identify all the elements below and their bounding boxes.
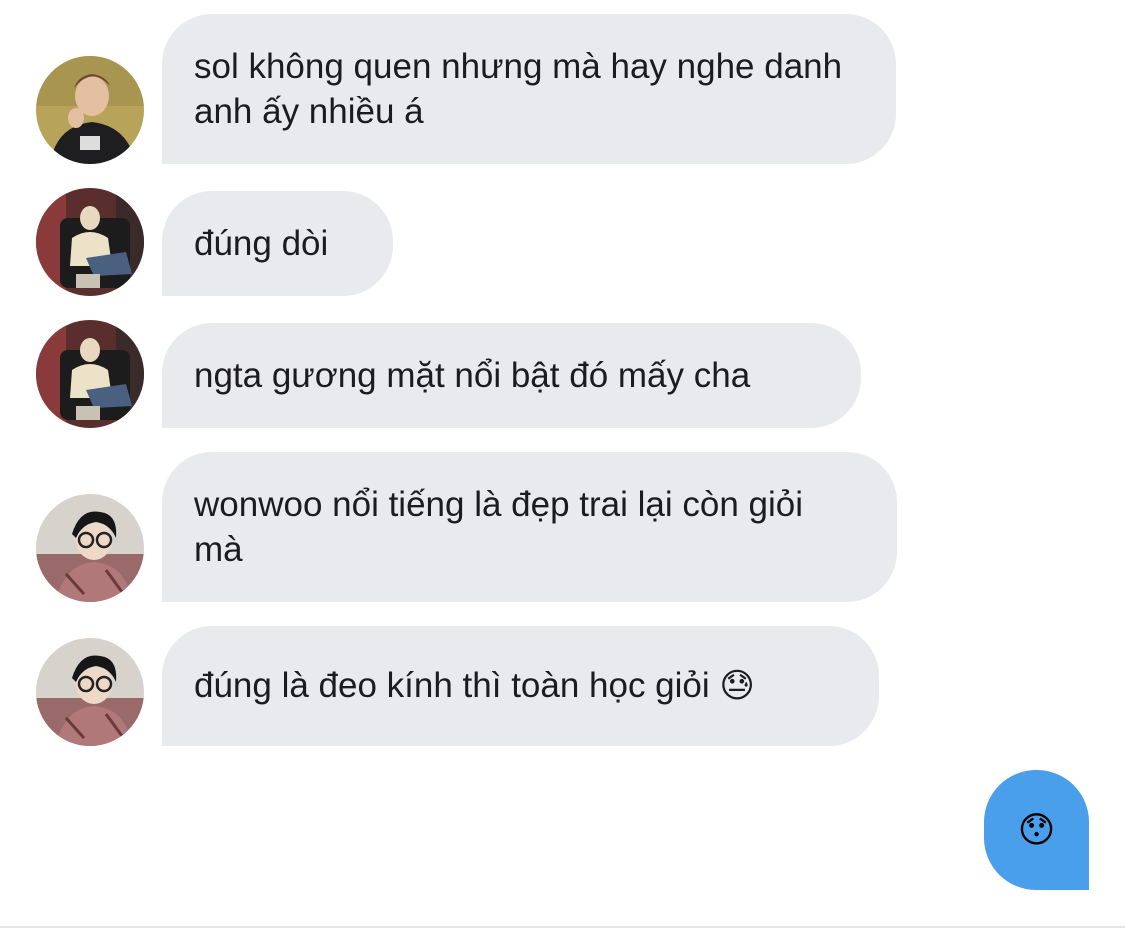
- message-text: đúng là đeo kính thì toàn học giỏi 😓: [194, 666, 755, 705]
- message-text: đúng dòi: [194, 224, 329, 263]
- outgoing-message-bubble[interactable]: 😯: [984, 770, 1089, 890]
- avatar-photo: [36, 638, 144, 746]
- avatar-photo: [36, 494, 144, 602]
- message-text: sol không quen nhưng mà hay nghe danh an…: [194, 47, 852, 131]
- avatar[interactable]: [36, 188, 144, 296]
- avatar-photo: [36, 56, 144, 164]
- surprised-emoji: 😯: [1017, 809, 1056, 850]
- message-bubble[interactable]: wonwoo nổi tiếng là đẹp trai lại còn giỏ…: [162, 452, 897, 602]
- message-text: ngta gương mặt nổi bật đó mấy cha: [194, 356, 751, 395]
- message-bubble[interactable]: sol không quen nhưng mà hay nghe danh an…: [162, 14, 896, 164]
- message-bubble[interactable]: ngta gương mặt nổi bật đó mấy cha: [162, 323, 861, 428]
- avatar[interactable]: [36, 320, 144, 428]
- avatar-photo: [36, 188, 144, 296]
- avatar[interactable]: [36, 56, 144, 164]
- message-text: wonwoo nổi tiếng là đẹp trai lại còn giỏ…: [194, 485, 813, 569]
- message-bubble[interactable]: đúng dòi: [162, 191, 393, 296]
- avatar-photo: [36, 320, 144, 428]
- divider: [0, 926, 1125, 928]
- avatar[interactable]: [36, 638, 144, 746]
- avatar[interactable]: [36, 494, 144, 602]
- message-bubble[interactable]: đúng là đeo kính thì toàn học giỏi 😓: [162, 626, 879, 746]
- sweat-emoji: 😓: [719, 667, 755, 705]
